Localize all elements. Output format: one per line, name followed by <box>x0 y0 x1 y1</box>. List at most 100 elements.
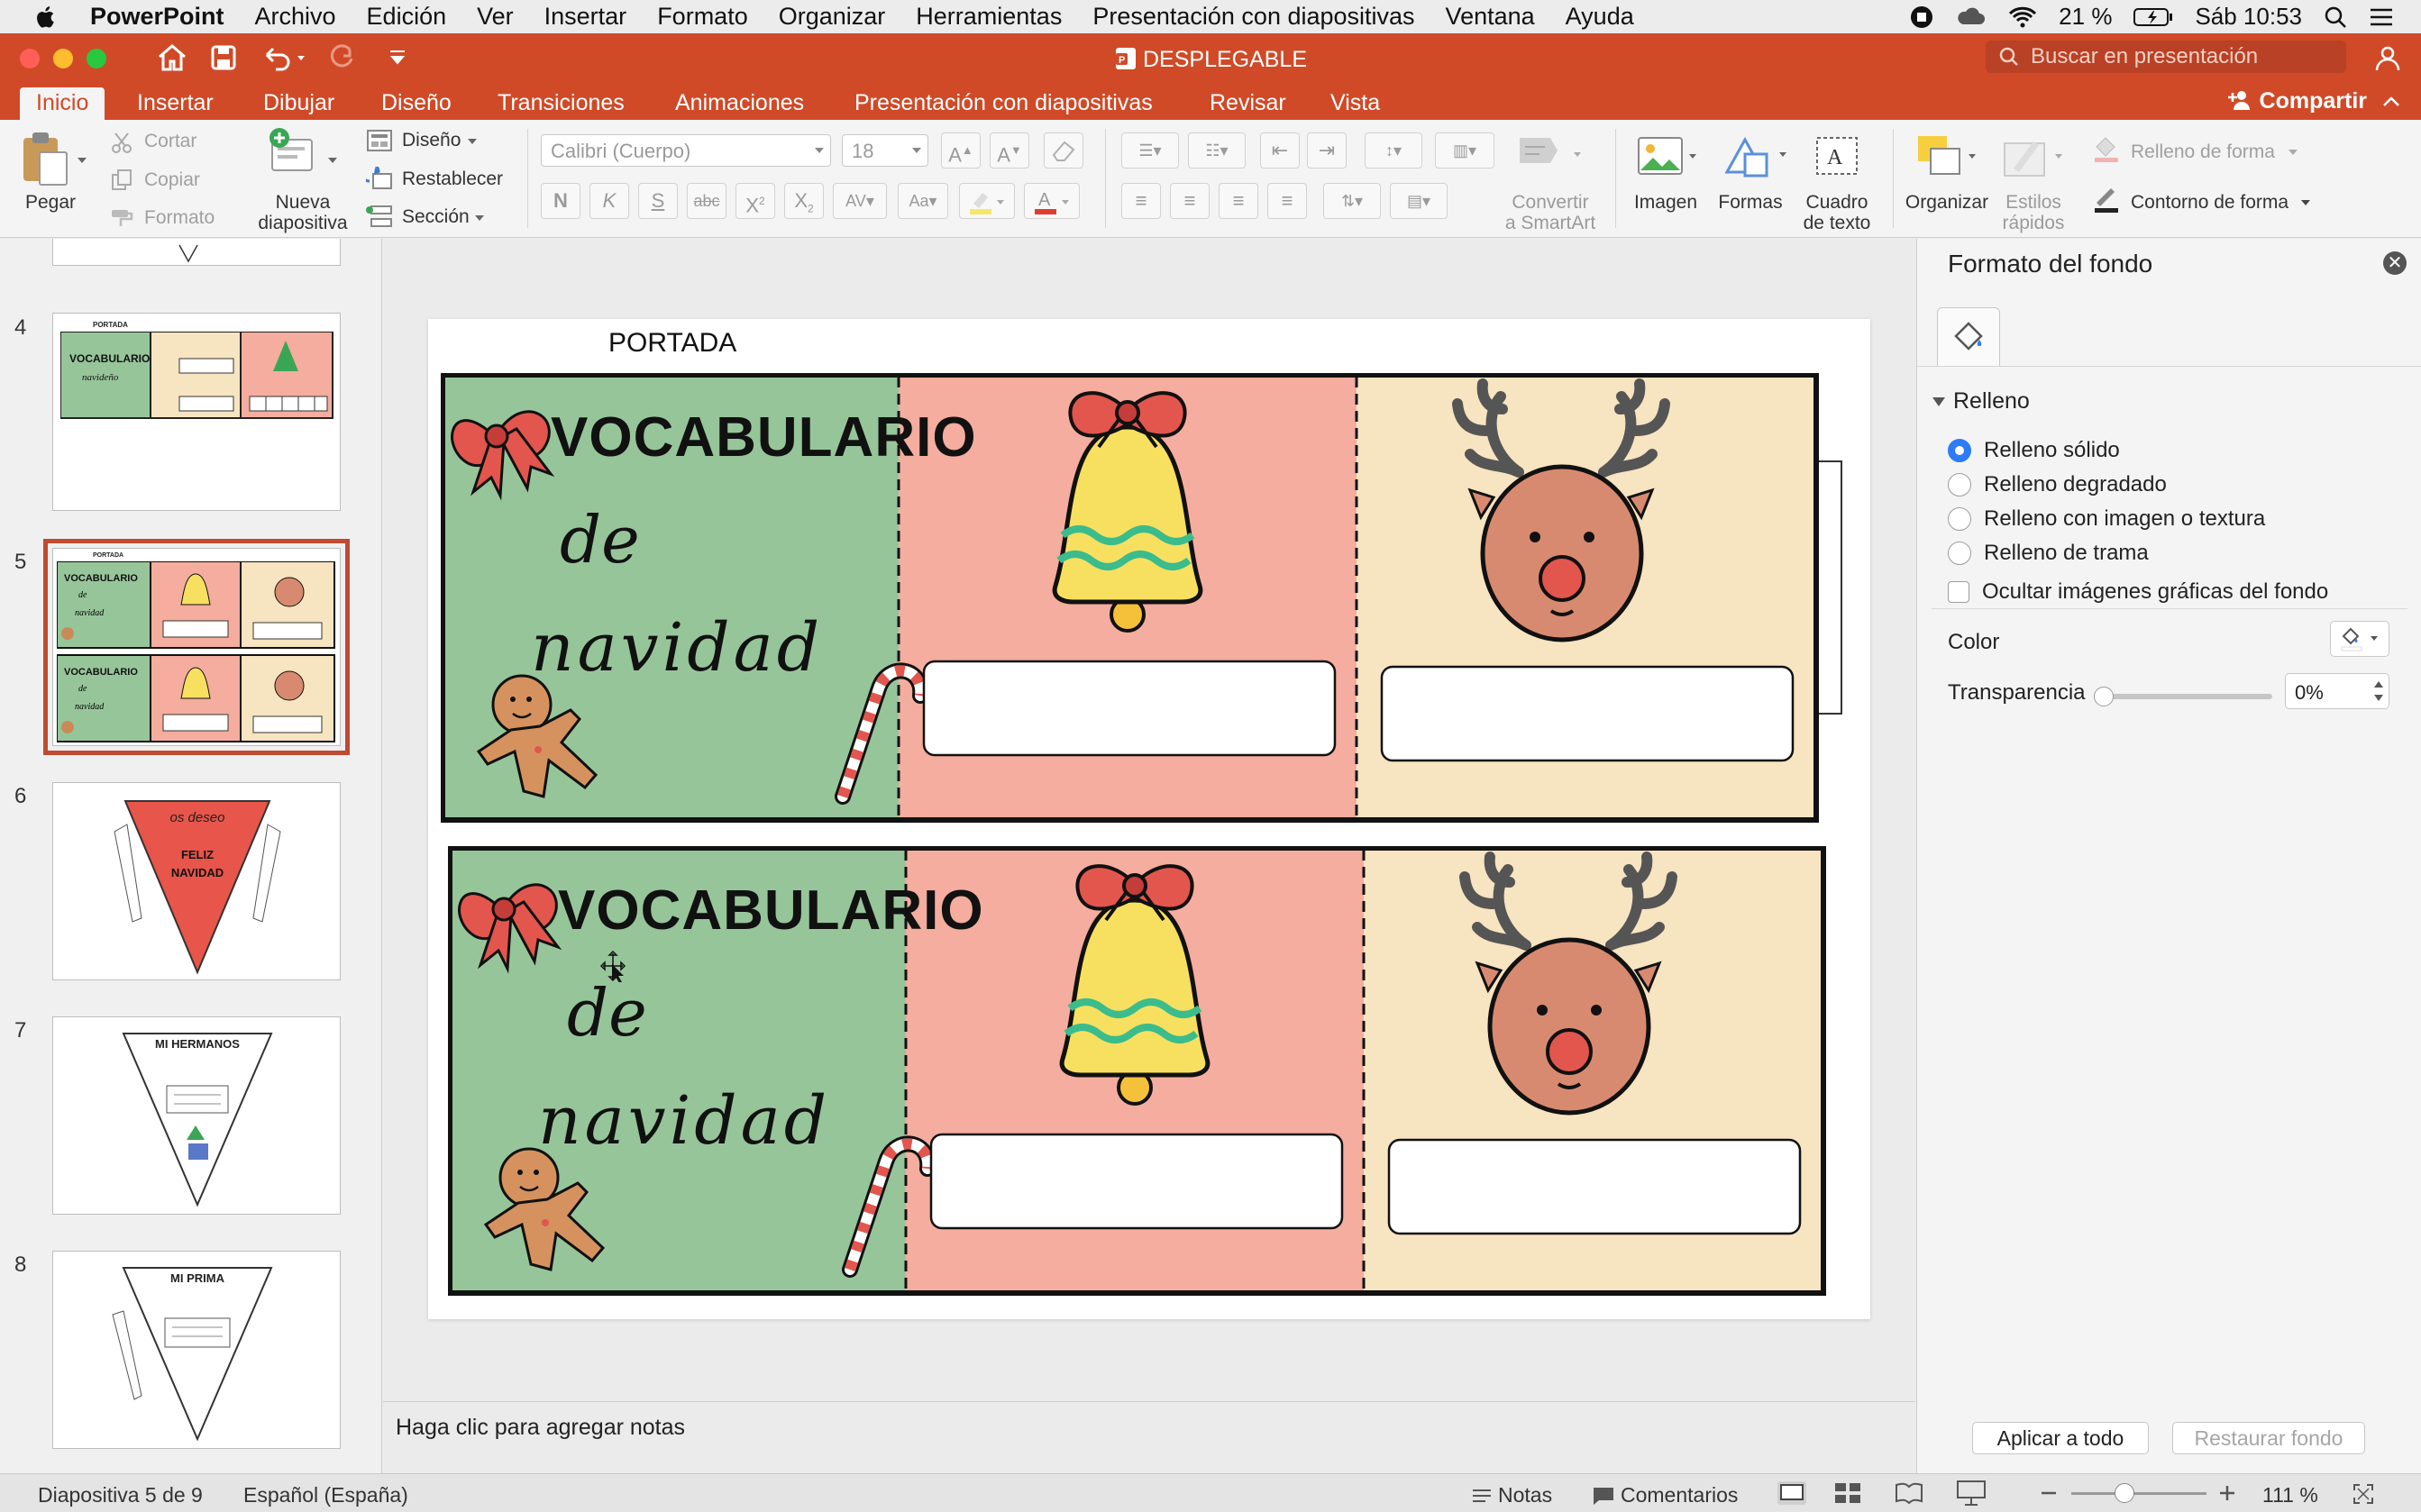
tab-transiciones[interactable]: Transiciones <box>481 87 641 120</box>
control-center-icon[interactable] <box>2369 6 2394 28</box>
fit-to-window-icon[interactable] <box>2351 1481 2376 1507</box>
collapse-ribbon-icon[interactable] <box>2381 93 2401 111</box>
section-dropdown-icon[interactable] <box>474 214 485 222</box>
shape-fill-dropdown-icon[interactable] <box>2288 149 2298 156</box>
battery-icon[interactable] <box>2133 7 2173 27</box>
vocabulary-strip-1[interactable]: VOCABULARIO de navidad <box>440 372 1820 828</box>
main-slide[interactable]: PORTADA VOCABULARIO de navidad VOCABULAR… <box>428 319 1870 1319</box>
layout-icon[interactable] <box>366 129 393 152</box>
fill-option-solid[interactable]: Relleno sólido <box>1948 438 2120 463</box>
menu-insertar[interactable]: Insertar <box>544 3 627 31</box>
spotlight-icon[interactable] <box>2324 5 2347 29</box>
layout-button[interactable]: Diseño <box>402 130 461 151</box>
cloud-icon[interactable] <box>1956 6 1987 28</box>
quick-styles-icon[interactable] <box>2001 132 2066 181</box>
menu-formato[interactable]: Formato <box>657 3 748 31</box>
zoom-in-icon[interactable] <box>2217 1483 2237 1503</box>
image-icon[interactable] <box>1637 134 1700 179</box>
paste-label[interactable]: Pegar <box>23 192 78 213</box>
strikethrough-button[interactable]: abc <box>687 183 726 219</box>
tab-revisar[interactable]: Revisar <box>1193 87 1302 120</box>
layout-dropdown-icon[interactable] <box>467 138 478 145</box>
menu-app-name[interactable]: PowerPoint <box>90 3 224 31</box>
decrease-font-button[interactable]: A▼ <box>990 132 1029 169</box>
menu-ventana[interactable]: Ventana <box>1446 3 1535 31</box>
reading-view-icon[interactable] <box>1895 1481 1923 1505</box>
zoom-level[interactable]: 111 % <box>2262 1483 2318 1507</box>
account-icon[interactable] <box>2372 42 2403 73</box>
vocabulary-strip-2[interactable]: VOCABULARIO de navidad <box>447 845 1827 1301</box>
slideshow-view-icon[interactable] <box>1956 1480 1987 1507</box>
transparency-slider[interactable] <box>2103 694 2272 699</box>
menu-presentacion[interactable]: Presentación con diapositivas <box>1092 3 1414 31</box>
share-button[interactable]: Compartir <box>2226 88 2367 114</box>
clear-format-button[interactable] <box>1044 132 1083 169</box>
change-case-button[interactable]: Aa▾ <box>898 183 948 219</box>
comments-toggle[interactable]: Comentarios <box>1592 1483 1738 1507</box>
convert-smartart-icon[interactable] <box>1514 131 1590 185</box>
slide-thumb-8[interactable]: MI PRIMA <box>52 1251 341 1449</box>
connector-bracket[interactable] <box>1816 460 1852 721</box>
char-spacing-button[interactable]: AV▾ <box>833 183 887 219</box>
slide-thumb-5[interactable]: PORTADA VOCABULARIO de navidad VOCABULAR… <box>43 539 350 755</box>
shapes-icon[interactable] <box>1722 132 1790 179</box>
arrange-label[interactable]: Organizar <box>1902 192 1992 213</box>
fill-section-header[interactable]: Relleno <box>1932 388 2030 414</box>
format-painter-label[interactable]: Formato <box>144 207 215 229</box>
menu-ver[interactable]: Ver <box>477 3 514 31</box>
radio-pattern[interactable] <box>1948 542 1971 565</box>
radio-picture[interactable] <box>1948 507 1971 531</box>
zoom-slider-thumb[interactable] <box>2115 1483 2134 1503</box>
slide-thumb-4[interactable]: PORTADA VOCABULARIO navideño <box>52 313 341 511</box>
shape-outline-button[interactable]: Contorno de forma <box>2131 192 2289 214</box>
slide-thumb-6[interactable]: os deseo FELIZ NAVIDAD <box>52 782 341 980</box>
cut-label[interactable]: Cortar <box>144 131 196 152</box>
quick-styles-label[interactable]: Estilos rápidos <box>1988 192 2078 233</box>
slide-sorter-icon[interactable] <box>1833 1481 1862 1505</box>
wifi-icon[interactable] <box>2008 5 2037 29</box>
menu-organizar[interactable]: Organizar <box>779 3 886 31</box>
italic-button[interactable]: K <box>589 183 629 219</box>
zoom-out-icon[interactable] <box>2039 1483 2059 1503</box>
bold-button[interactable]: N <box>541 183 580 219</box>
strip-2-answer-box-1[interactable] <box>929 1133 1344 1230</box>
align-right-button[interactable]: ≡ <box>1219 183 1258 219</box>
arrange-icon[interactable] <box>1914 132 1979 181</box>
justify-button[interactable]: ≡ <box>1267 183 1307 219</box>
notes-placeholder[interactable]: Haga clic para agregar notas <box>396 1415 685 1441</box>
tab-diseno[interactable]: Diseño <box>365 87 468 120</box>
highlight-button[interactable] <box>959 183 1015 219</box>
slide-thumb-7[interactable]: MI HERMANOS <box>52 1016 341 1215</box>
paste-dropdown-icon[interactable] <box>76 156 88 165</box>
notes-pane[interactable]: Haga clic para agregar notas <box>383 1401 1915 1473</box>
columns-button[interactable]: ▥▾ <box>1435 132 1494 169</box>
new-slide-dropdown-icon[interactable] <box>326 156 339 165</box>
menu-herramientas[interactable]: Herramientas <box>916 3 1062 31</box>
apply-to-all-button[interactable]: Aplicar a todo <box>1972 1422 2149 1454</box>
radio-solid[interactable] <box>1948 439 1971 462</box>
color-picker-button[interactable] <box>2330 621 2389 657</box>
decrease-indent-button[interactable]: ⇤ <box>1260 132 1300 169</box>
new-slide-label[interactable]: Nueva diapositiva <box>249 192 357 233</box>
align-center-button[interactable]: ≡ <box>1170 183 1210 219</box>
reset-button[interactable]: Restablecer <box>402 169 503 190</box>
shape-outline-dropdown-icon[interactable] <box>2300 199 2311 206</box>
close-pane-button[interactable]: ✕ <box>2383 251 2407 275</box>
clock[interactable]: Sáb 10:53 <box>2195 3 2302 31</box>
apple-icon[interactable] <box>32 4 59 31</box>
fill-option-gradient[interactable]: Relleno degradado <box>1948 472 2167 497</box>
fill-tab[interactable] <box>1937 307 2000 367</box>
transparency-stepper-icon[interactable] <box>2371 677 2386 706</box>
search-field[interactable]: Buscar en presentación <box>1986 41 2346 73</box>
new-slide-icon[interactable] <box>267 127 315 178</box>
menu-archivo[interactable]: Archivo <box>255 3 336 31</box>
strip-1-answer-box-2[interactable] <box>1380 665 1795 762</box>
bullets-button[interactable]: ☰▾ <box>1121 132 1179 169</box>
underline-button[interactable]: S <box>638 183 678 219</box>
align-text-button[interactable]: ▤▾ <box>1390 183 1448 219</box>
tab-presentacion[interactable]: Presentación con diapositivas <box>838 87 1169 120</box>
fill-option-picture[interactable]: Relleno con imagen o textura <box>1948 506 2265 532</box>
align-left-button[interactable]: ≡ <box>1121 183 1161 219</box>
menu-edicion[interactable]: Edición <box>367 3 447 31</box>
slide-panel[interactable]: 4 PORTADA VOCABULARIO navideño 5 PORTADA… <box>0 239 382 1473</box>
